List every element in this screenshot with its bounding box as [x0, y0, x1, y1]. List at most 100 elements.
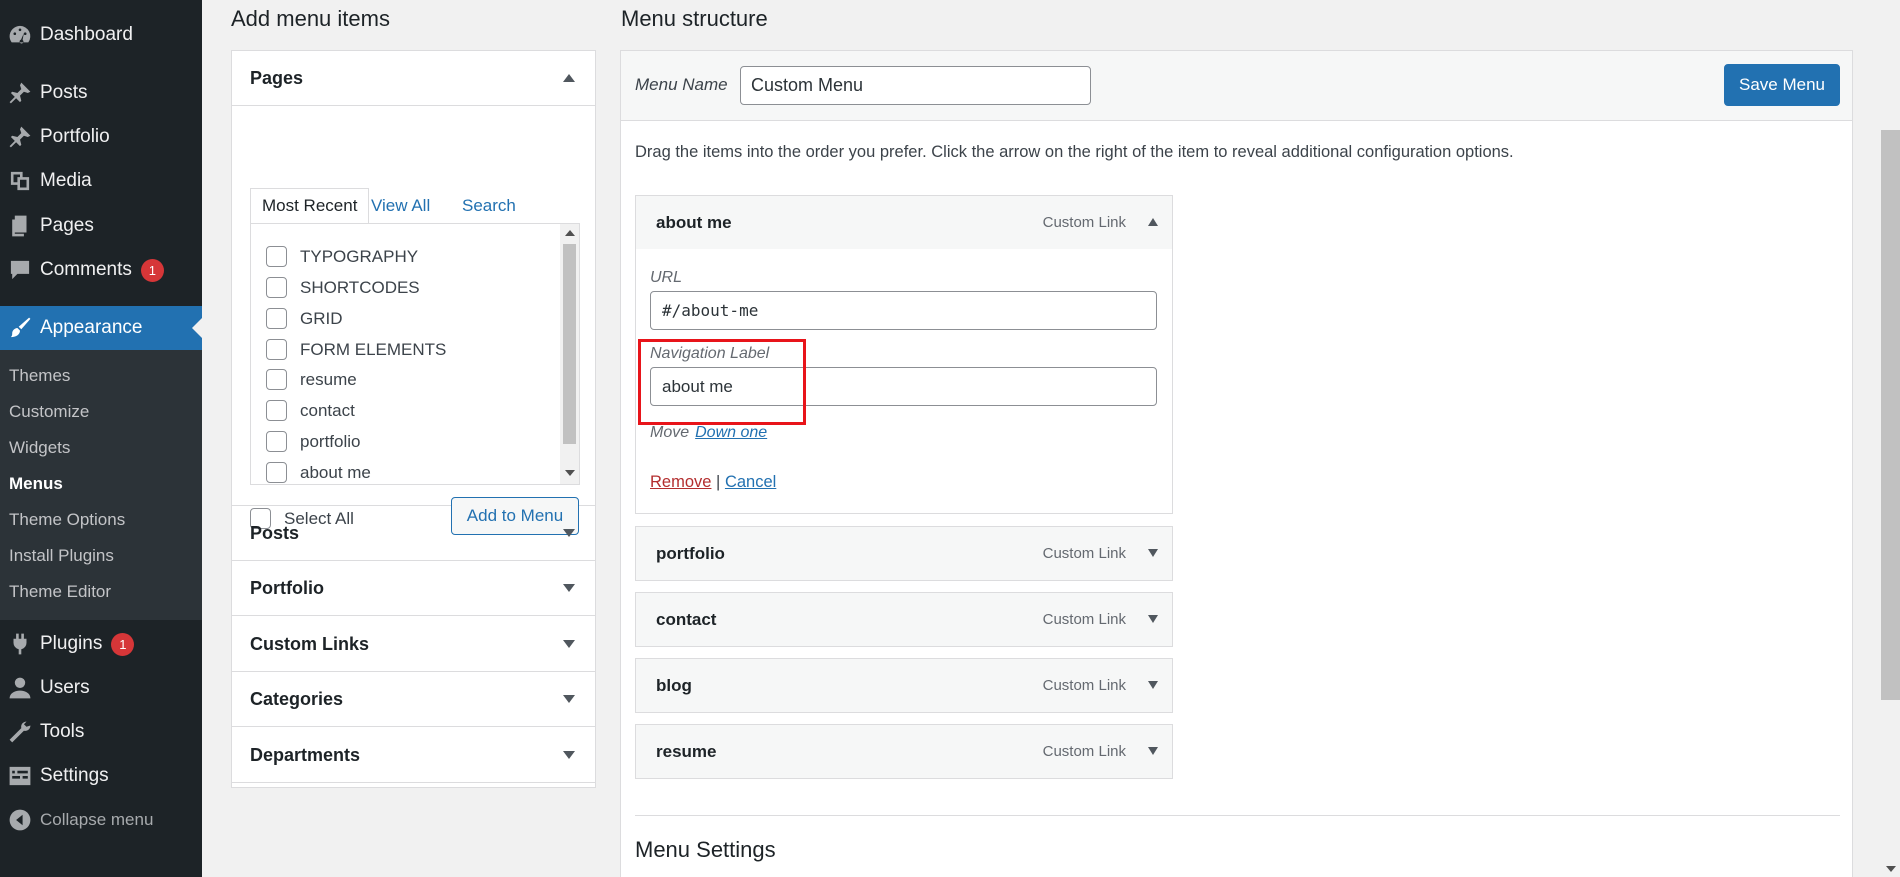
cancel-link[interactable]: Cancel — [725, 473, 776, 491]
comments-count-badge: 1 — [140, 258, 164, 282]
page-label: GRID — [300, 308, 343, 328]
item-actions: Remove | Cancel — [650, 473, 776, 492]
submenu-item-widgets[interactable]: Widgets — [9, 438, 70, 458]
comment-icon — [0, 257, 40, 283]
accordion-pages-header[interactable]: Pages — [232, 51, 595, 106]
pin-icon — [0, 80, 40, 106]
expand-arrow-icon — [563, 751, 575, 759]
accordion-departments-header[interactable]: Departments — [232, 728, 595, 783]
page-checkbox[interactable] — [266, 308, 287, 329]
accordion-custom-links-header[interactable]: Custom Links — [232, 617, 595, 672]
page-label: SHORTCODES — [300, 277, 420, 297]
accordion-posts-header[interactable]: Posts — [232, 506, 595, 561]
page-label: portfolio — [300, 431, 361, 451]
menu-name-input[interactable]: Custom Menu — [740, 66, 1091, 105]
page-checkbox[interactable] — [266, 462, 287, 483]
admin-sidebar: Dashboard Posts Portfolio Media Pages Co… — [0, 0, 202, 877]
sidebar-item-pages[interactable]: Pages — [0, 204, 202, 248]
page-checkbox[interactable] — [266, 339, 287, 360]
sidebar-item-users[interactable]: Users — [0, 666, 202, 710]
menu-item-type: Custom Link — [1042, 677, 1126, 694]
sidebar-item-comments[interactable]: Comments 1 — [0, 248, 202, 292]
menu-item-blog[interactable]: blog Custom Link — [635, 658, 1173, 713]
accordion-title: Custom Links — [250, 633, 370, 654]
menu-structure-heading: Menu structure — [621, 6, 768, 31]
expand-arrow-icon — [563, 640, 575, 648]
sidebar-item-plugins[interactable]: Plugins 1 — [0, 622, 202, 666]
sidebar-item-portfolio[interactable]: Portfolio — [0, 115, 202, 159]
page-checkbox[interactable] — [266, 246, 287, 267]
submenu-item-themes[interactable]: Themes — [9, 366, 70, 386]
scroll-down-icon[interactable] — [565, 470, 575, 476]
sidebar-item-settings[interactable]: Settings — [0, 754, 202, 798]
menu-item-resume[interactable]: resume Custom Link — [635, 724, 1173, 779]
collapse-menu-button[interactable]: Collapse menu — [0, 798, 202, 842]
sidebar-item-appearance[interactable]: Appearance — [0, 306, 202, 350]
expand-arrow-icon[interactable] — [1148, 681, 1158, 689]
move-down-link[interactable]: Down one — [695, 424, 767, 441]
list-item: TYPOGRAPHY — [266, 246, 418, 267]
expand-arrow-icon[interactable] — [1148, 615, 1158, 623]
plugin-icon — [0, 631, 40, 657]
accordion-categories-header[interactable]: Categories — [232, 672, 595, 727]
accordion-portfolio-header[interactable]: Portfolio — [232, 561, 595, 616]
sidebar-item-media[interactable]: Media — [0, 159, 202, 203]
paintbrush-icon — [0, 315, 40, 341]
sidebar-item-tools[interactable]: Tools — [0, 710, 202, 754]
sidebar-item-label: Users — [40, 677, 90, 698]
menu-item-type: Custom Link — [1042, 611, 1126, 628]
scroll-thumb[interactable] — [563, 244, 576, 444]
add-menu-items-heading: Add menu items — [231, 6, 390, 31]
sidebar-item-label: Dashboard — [40, 24, 133, 45]
collapse-arrow-icon — [563, 74, 575, 82]
menu-item-about-me[interactable]: about me Custom Link — [635, 195, 1173, 250]
tab-search[interactable]: Search — [451, 188, 527, 224]
highlight-annotation-box — [638, 339, 806, 425]
sidebar-item-posts[interactable]: Posts — [0, 71, 202, 115]
submenu-item-theme-options[interactable]: Theme Options — [9, 510, 125, 530]
page-checkbox[interactable] — [266, 431, 287, 452]
list-item: SHORTCODES — [266, 277, 420, 298]
separator: | — [716, 473, 721, 491]
expand-arrow-icon[interactable] — [1148, 549, 1158, 557]
menu-settings-heading: Menu Settings — [635, 837, 776, 862]
tab-view-all[interactable]: View All — [360, 188, 441, 224]
page-checkbox[interactable] — [266, 400, 287, 421]
accordion-title: Categories — [250, 688, 344, 709]
accordion-title: Pages — [250, 67, 304, 88]
accordion-title: Posts — [250, 522, 300, 543]
sidebar-item-label: Appearance — [40, 317, 143, 338]
sidebar-item-label: Settings — [40, 765, 109, 786]
submenu-item-install-plugins[interactable]: Install Plugins — [9, 546, 114, 566]
list-item: contact — [266, 400, 355, 421]
sidebar-item-dashboard[interactable]: Dashboard — [0, 13, 202, 57]
menu-item-title: blog — [656, 676, 692, 695]
collapse-arrow-icon[interactable] — [1148, 218, 1158, 226]
remove-link[interactable]: Remove — [650, 473, 711, 491]
page-label: FORM ELEMENTS — [300, 339, 447, 359]
list-item: FORM ELEMENTS — [266, 339, 446, 360]
scroll-up-icon[interactable] — [565, 230, 575, 236]
media-icon — [0, 168, 40, 194]
accordion-title: Departments — [250, 744, 361, 765]
expand-arrow-icon[interactable] — [1148, 747, 1158, 755]
wrench-icon — [0, 719, 40, 745]
divider — [635, 815, 1840, 816]
checklist-scrollbar[interactable] — [560, 224, 579, 484]
save-menu-button[interactable]: Save Menu — [1724, 64, 1840, 106]
active-indicator — [192, 318, 202, 338]
menu-item-type: Custom Link — [1042, 743, 1126, 760]
url-label: URL — [650, 269, 683, 286]
page-checkbox[interactable] — [266, 277, 287, 298]
submenu-item-customize[interactable]: Customize — [9, 402, 89, 422]
menu-item-contact[interactable]: contact Custom Link — [635, 592, 1173, 647]
page-scroll-down-icon[interactable] — [1886, 866, 1896, 872]
tab-most-recent[interactable]: Most Recent — [250, 188, 370, 224]
submenu-item-menus[interactable]: Menus — [9, 474, 63, 494]
url-input[interactable]: #/about-me — [650, 291, 1157, 330]
submenu-item-theme-editor[interactable]: Theme Editor — [9, 582, 111, 602]
menu-item-portfolio[interactable]: portfolio Custom Link — [635, 526, 1173, 581]
expand-arrow-icon — [563, 695, 575, 703]
page-scrollbar-thumb[interactable] — [1881, 130, 1900, 700]
page-checkbox[interactable] — [266, 369, 287, 390]
